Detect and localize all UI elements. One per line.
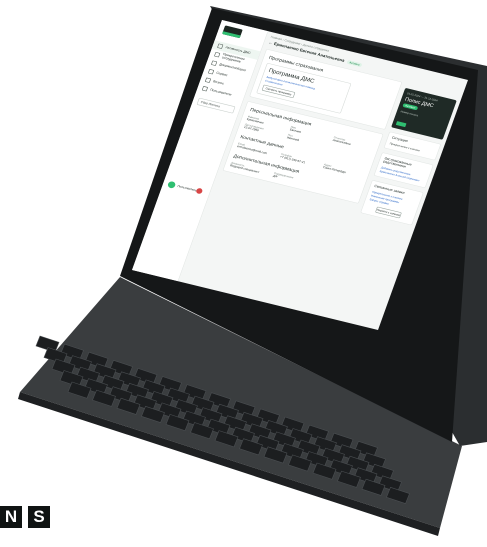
requests-card: Связанные заявки Прикрепление к клинике …	[360, 179, 424, 226]
doc-icon	[210, 60, 218, 66]
user-block[interactable]: Пользователь	[166, 180, 198, 194]
logout-icon[interactable]	[195, 187, 204, 195]
policy-card[interactable]: 01.01.2024 — 31.12.2024 Полис ДМС Активе…	[391, 87, 457, 140]
company-select[interactable]: Сбер Ипотека	[196, 97, 236, 114]
scene: Активность ДМС Прикрепление сотрудников …	[0, 0, 487, 547]
avatar	[166, 180, 177, 189]
status-badge: Активна	[346, 59, 363, 68]
users-icon	[214, 51, 221, 58]
user-label: Пользователь	[176, 184, 198, 193]
brand-mark: N S	[0, 506, 56, 528]
brand-letter: N	[0, 506, 22, 528]
policy-status: Активен	[402, 103, 419, 111]
service-icon	[207, 69, 215, 75]
policy-action-button[interactable]	[395, 121, 407, 128]
user-icon	[201, 86, 209, 92]
briefcase-icon	[204, 77, 212, 83]
policy-number-label: Номер полиса	[400, 109, 419, 117]
grid-icon	[217, 43, 224, 49]
brand-letter: S	[28, 506, 50, 528]
app-logo	[222, 25, 243, 39]
